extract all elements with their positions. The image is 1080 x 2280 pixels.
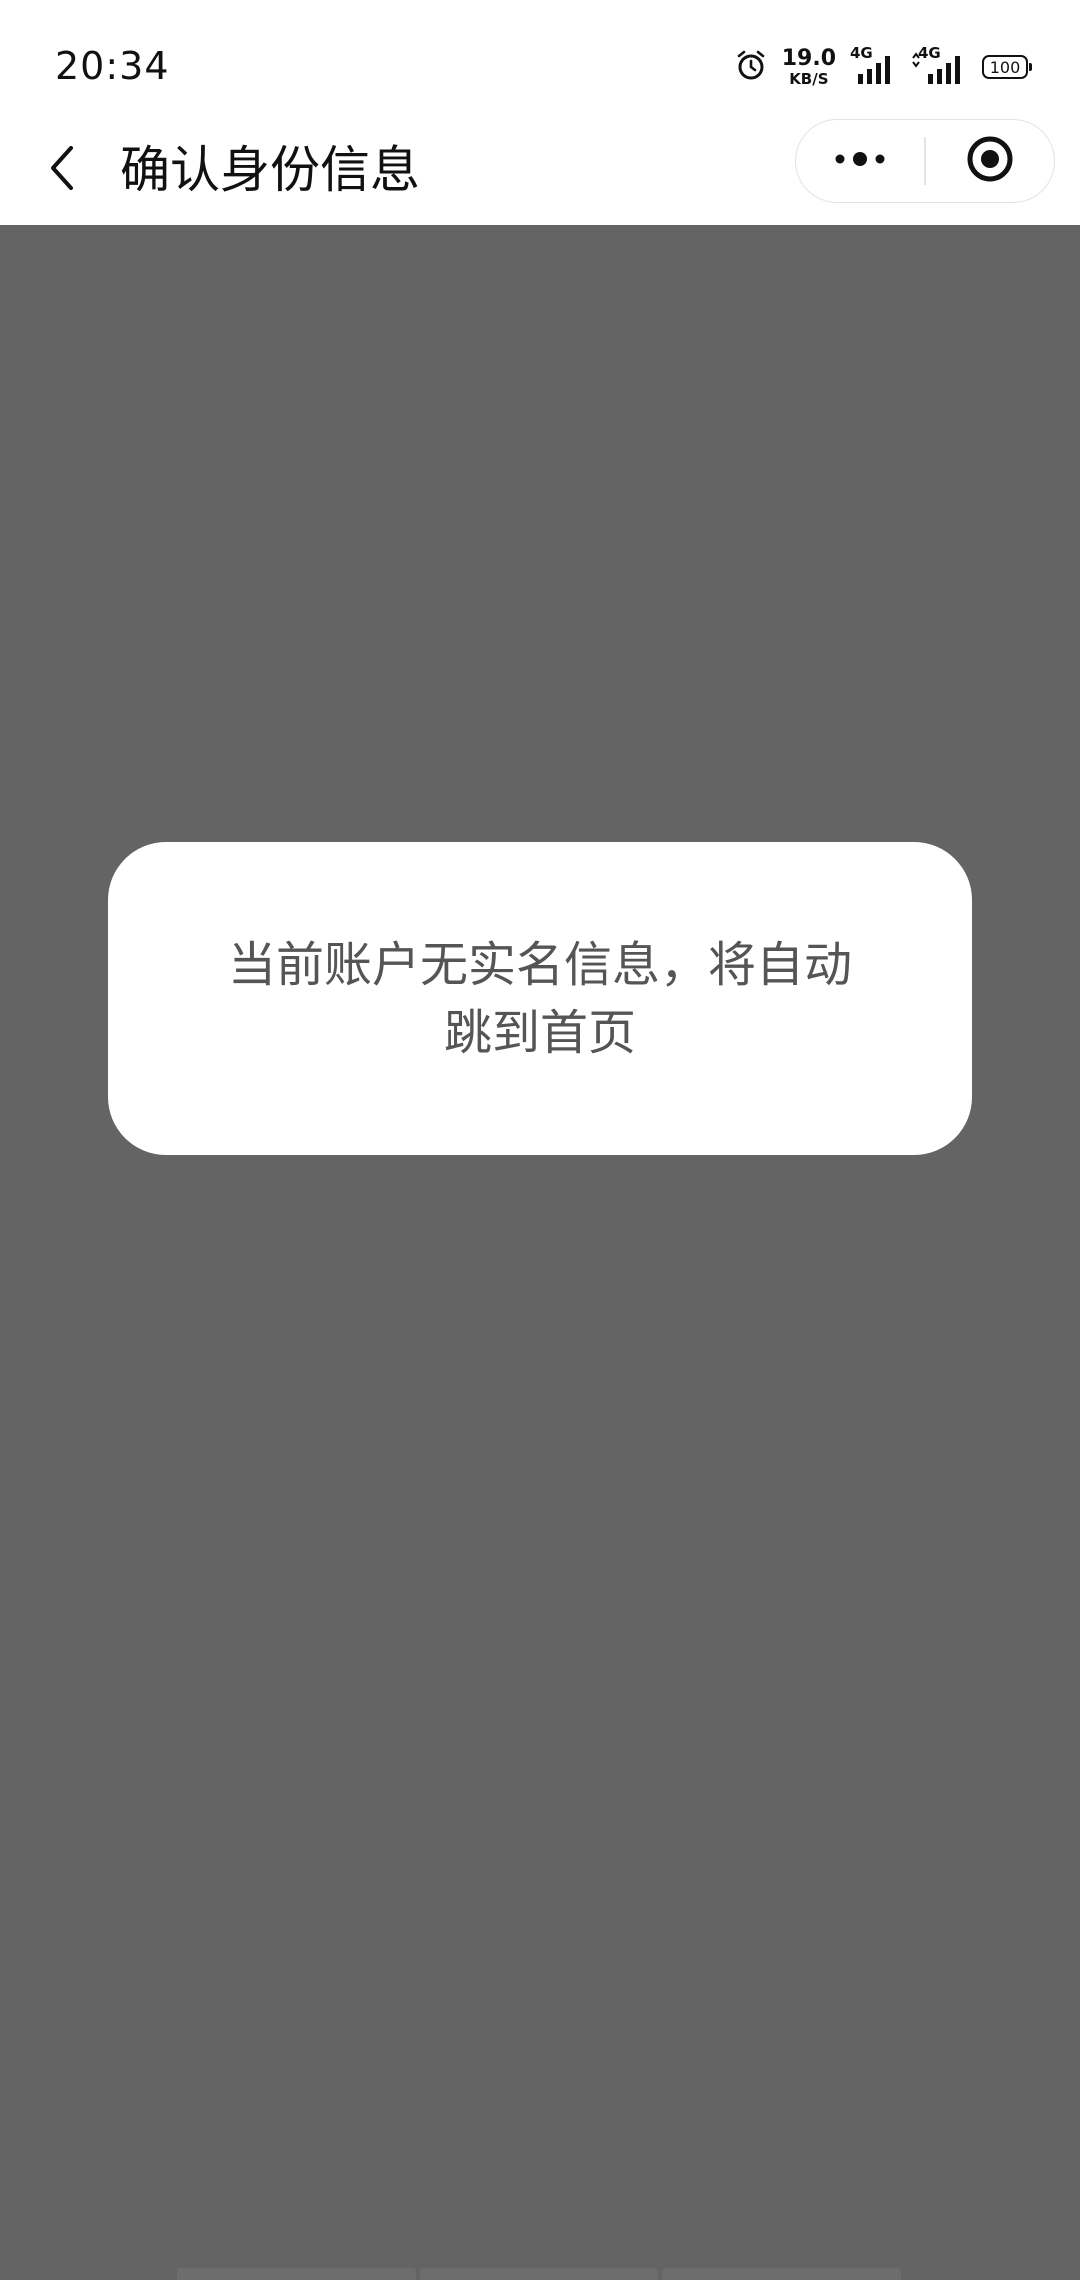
signal-icon-sim1: 4G	[850, 44, 896, 86]
close-mini-program-button[interactable]	[926, 120, 1054, 202]
network-speed-value: 19.0	[781, 45, 836, 71]
toast-dialog: 当前账户无实名信息，将自动跳到首页	[108, 842, 972, 1155]
bottom-hint-segment	[662, 2268, 902, 2280]
mini-program-capsule	[795, 119, 1055, 203]
chevron-left-icon	[43, 142, 83, 198]
toast-message: 当前账户无实名信息，将自动跳到首页	[227, 936, 852, 1061]
target-circle-icon	[965, 134, 1015, 188]
bottom-tab-hint	[177, 2268, 902, 2280]
bottom-hint-segment	[177, 2268, 416, 2280]
more-options-button[interactable]	[796, 120, 924, 202]
navigation-bar: 确认身份信息	[0, 115, 1080, 225]
network-speed: 19.0 KB/S	[781, 45, 836, 88]
network-speed-unit: KB/S	[789, 69, 829, 88]
page-title: 确认身份信息	[120, 141, 420, 199]
signal-sim2-label: 4G	[918, 44, 941, 62]
page-mask-overlay	[0, 225, 1080, 2280]
battery-icon: 100	[982, 55, 1032, 79]
status-time: 20:34	[55, 44, 170, 88]
back-button[interactable]	[28, 135, 98, 205]
more-dots-icon	[832, 149, 888, 173]
signal-icon-sim2: 4G	[910, 44, 968, 86]
status-bar: 20:34 19.0 KB/S 4G 4G 100	[0, 0, 1080, 115]
signal-sim1-label: 4G	[850, 44, 873, 62]
bottom-hint-segment	[419, 2268, 659, 2280]
alarm-icon	[734, 48, 768, 86]
status-icons: 19.0 KB/S 4G 4G 100	[734, 44, 1032, 90]
